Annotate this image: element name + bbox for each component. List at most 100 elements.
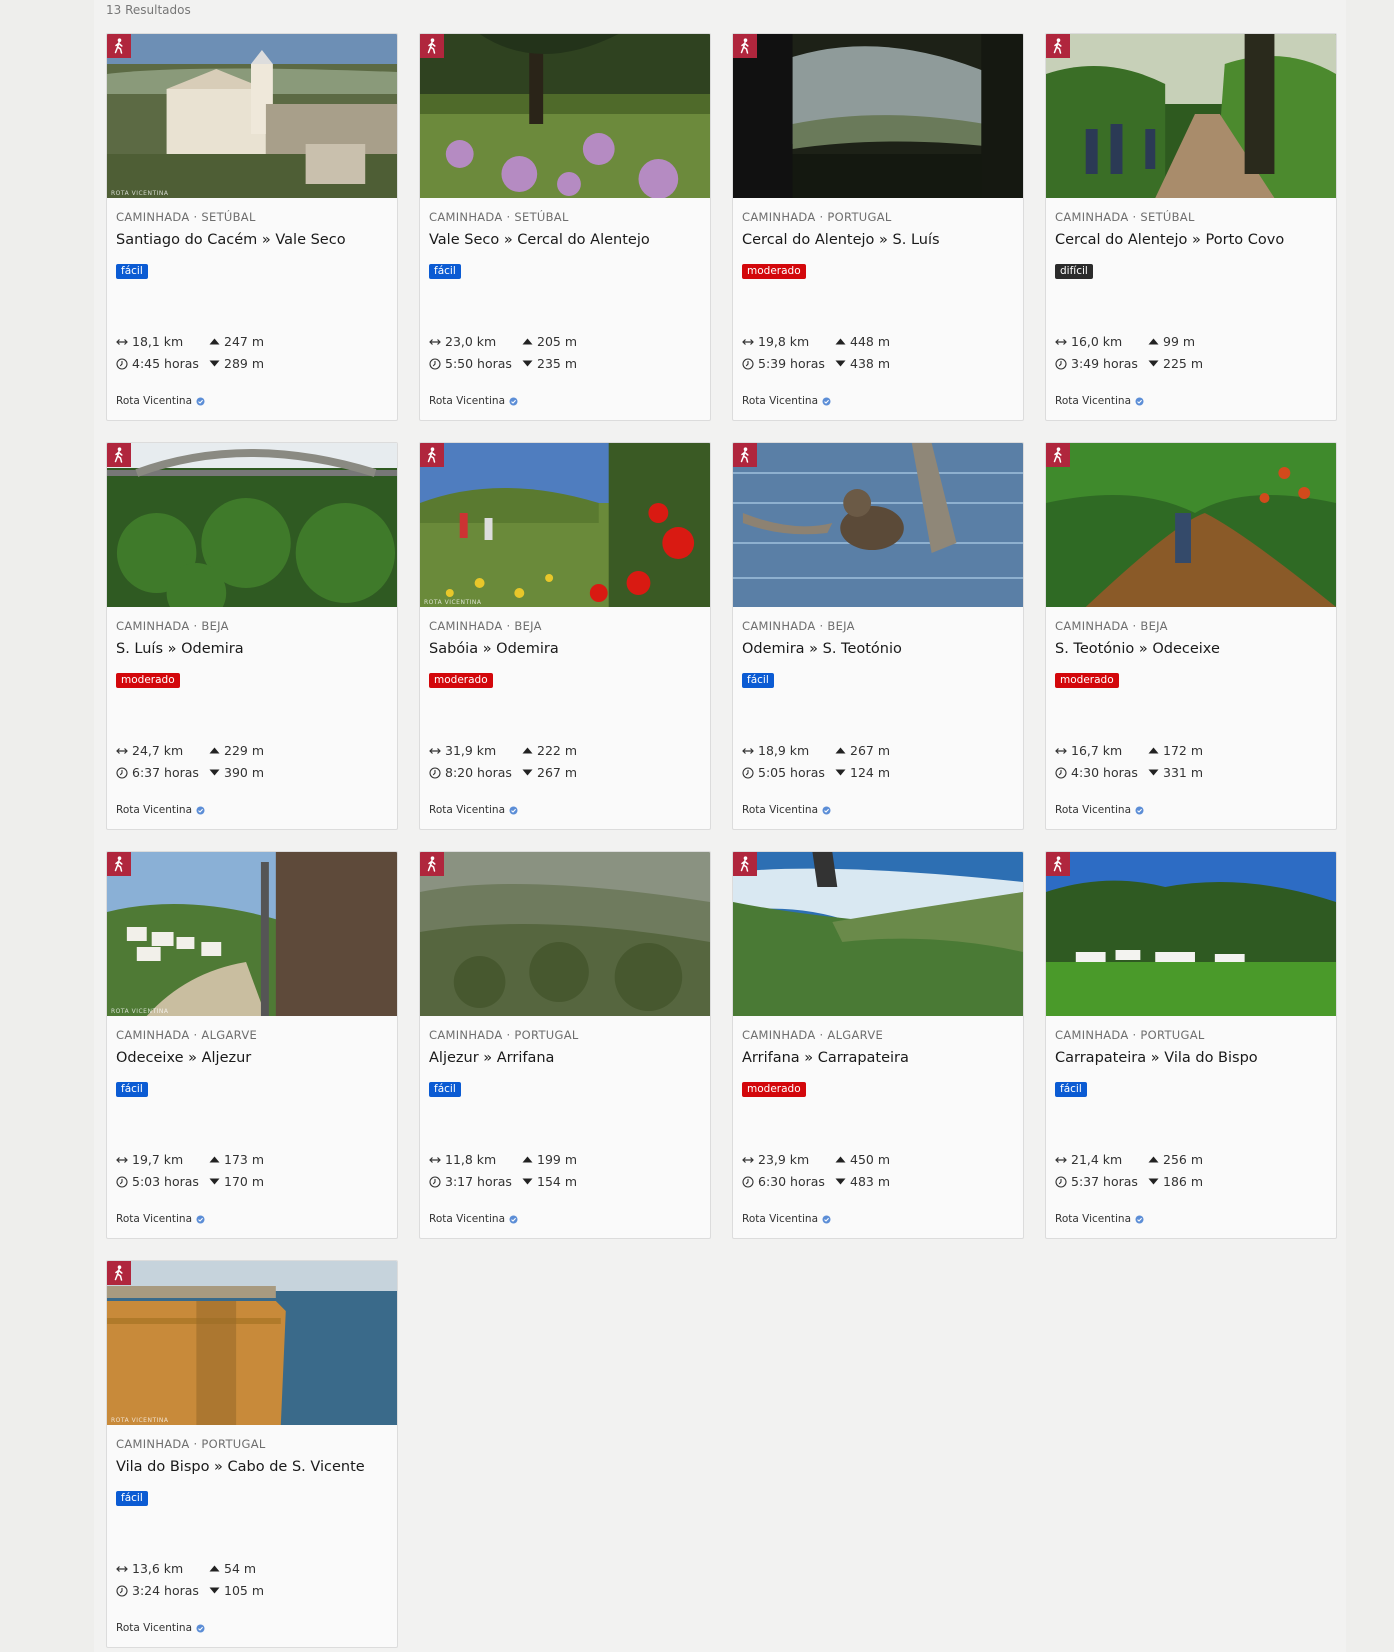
route-category: CAMINHADA · SETÚBAL [429,210,569,224]
descent-value: 289 m [224,356,265,371]
route-card[interactable]: CAMINHADA · PORTUGAL Aljezur » Arrifana … [419,851,711,1239]
route-title[interactable]: Odeceixe » Aljezur [116,1050,251,1066]
route-source[interactable]: Rota Vicentina [116,1213,205,1225]
descent-stat: 105 m [209,1583,264,1598]
duration-value: 6:30 horas [758,1174,825,1189]
route-card[interactable]: ROTA VICENTINA CAMINHADA · ALGARVE Odece… [106,851,398,1239]
clock-icon [742,766,754,779]
route-title[interactable]: S. Luís » Odemira [116,641,244,657]
route-source[interactable]: Rota Vicentina [116,804,205,816]
source-name: Rota Vicentina [1055,1213,1132,1225]
route-category: CAMINHADA · BEJA [116,619,229,633]
descent-value: 225 m [1163,356,1204,371]
route-photo[interactable] [420,34,710,198]
route-photo[interactable] [733,443,1023,607]
route-card[interactable]: CAMINHADA · BEJA S. Teotónio » Odeceixe … [1045,442,1337,830]
route-photo[interactable] [1046,443,1336,607]
ascent-stat: 173 m [209,1152,264,1167]
ascent-icon [522,338,533,345]
difficulty-badge: fácil [116,264,148,279]
clock-icon [429,357,441,370]
source-name: Rota Vicentina [742,1213,819,1225]
photo-watermark: ROTA VICENTINA [424,599,482,606]
hiker-icon [740,38,749,54]
route-title[interactable]: Sabóia » Odemira [429,641,559,657]
route-photo[interactable] [420,852,710,1016]
route-title[interactable]: Aljezur » Arrifana [429,1050,554,1066]
ascent-value: 267 m [850,743,891,758]
route-card[interactable]: CAMINHADA · SETÚBAL Vale Seco » Cercal d… [419,33,711,421]
route-card[interactable]: CAMINHADA · ALGARVE Arrifana » Carrapate… [732,851,1024,1239]
duration-value: 8:20 horas [445,765,512,780]
route-source[interactable]: Rota Vicentina [116,1622,205,1634]
route-title[interactable]: S. Teotónio » Odeceixe [1055,641,1220,657]
route-source[interactable]: Rota Vicentina [429,395,518,407]
source-name: Rota Vicentina [1055,804,1132,816]
distance-icon [429,338,441,345]
difficulty-badge: moderado [116,673,180,688]
duration-stat: 3:49 horas [1055,356,1138,371]
route-card[interactable]: CAMINHADA · PORTUGAL Carrapateira » Vila… [1045,851,1337,1239]
ascent-icon [835,338,846,345]
source-name: Rota Vicentina [429,395,506,407]
route-title[interactable]: Arrifana » Carrapateira [742,1050,909,1066]
route-photo[interactable] [1046,34,1336,198]
route-source[interactable]: Rota Vicentina [429,804,518,816]
hiking-badge [107,443,131,467]
route-card[interactable]: CAMINHADA · BEJA S. Luís » Odemira moder… [106,442,398,830]
route-photo[interactable]: ROTA VICENTINA [420,443,710,607]
verified-icon [196,1215,205,1223]
route-title[interactable]: Vale Seco » Cercal do Alentejo [429,232,650,248]
hiker-icon [427,856,436,872]
results-grid: ROTA VICENTINA CAMINHADA · SETÚBAL Santi… [106,33,1337,1648]
distance-value: 24,7 km [132,743,184,758]
difficulty-badge: moderado [742,264,806,279]
route-source[interactable]: Rota Vicentina [742,804,831,816]
ascent-stat: 199 m [522,1152,577,1167]
route-photo[interactable] [733,34,1023,198]
descent-value: 331 m [1163,765,1204,780]
route-title[interactable]: Cercal do Alentejo » Porto Covo [1055,232,1284,248]
route-photo[interactable]: ROTA VICENTINA [107,852,397,1016]
route-card[interactable]: CAMINHADA · SETÚBAL Cercal do Alentejo »… [1045,33,1337,421]
ascent-icon [522,1156,533,1163]
route-title[interactable]: Carrapateira » Vila do Bispo [1055,1050,1258,1066]
route-card[interactable]: CAMINHADA · PORTUGAL Cercal do Alentejo … [732,33,1024,421]
distance-icon [116,747,128,754]
route-source[interactable]: Rota Vicentina [742,1213,831,1225]
distance-stat: 21,4 km [1055,1152,1122,1167]
route-source[interactable]: Rota Vicentina [429,1213,518,1225]
route-source[interactable]: Rota Vicentina [1055,1213,1144,1225]
route-title[interactable]: Odemira » S. Teotónio [742,641,902,657]
route-photo[interactable] [1046,852,1336,1016]
route-card[interactable]: ROTA VICENTINA CAMINHADA · PORTUGAL Vila… [106,1260,398,1648]
hiker-icon [427,38,436,54]
hiking-badge [733,34,757,58]
verified-icon [822,397,831,405]
route-photo[interactable]: ROTA VICENTINA [107,1261,397,1425]
distance-stat: 18,1 km [116,334,183,349]
route-source[interactable]: Rota Vicentina [116,395,205,407]
route-title[interactable]: Vila do Bispo » Cabo de S. Vicente [116,1459,365,1475]
route-source[interactable]: Rota Vicentina [1055,804,1144,816]
route-source[interactable]: Rota Vicentina [742,395,831,407]
route-photo[interactable]: ROTA VICENTINA [107,34,397,198]
hiker-icon [1053,856,1062,872]
distance-value: 21,4 km [1071,1152,1123,1167]
duration-value: 5:05 horas [758,765,825,780]
route-title[interactable]: Santiago do Cacém » Vale Seco [116,232,346,248]
difficulty-badge: moderado [429,673,493,688]
route-source[interactable]: Rota Vicentina [1055,395,1144,407]
ascent-icon [1148,747,1159,754]
descent-value: 154 m [537,1174,578,1189]
route-card[interactable]: ROTA VICENTINA CAMINHADA · SETÚBAL Santi… [106,33,398,421]
verified-icon [509,806,518,814]
route-card[interactable]: ROTA VICENTINA CAMINHADA · BEJA Sabóia »… [419,442,711,830]
route-photo[interactable] [733,852,1023,1016]
descent-stat: 235 m [522,356,577,371]
route-photo[interactable] [107,443,397,607]
route-title[interactable]: Cercal do Alentejo » S. Luís [742,232,940,248]
ascent-stat: 54 m [209,1561,256,1576]
route-card[interactable]: CAMINHADA · BEJA Odemira » S. Teotónio f… [732,442,1024,830]
hiking-badge [1046,852,1070,876]
